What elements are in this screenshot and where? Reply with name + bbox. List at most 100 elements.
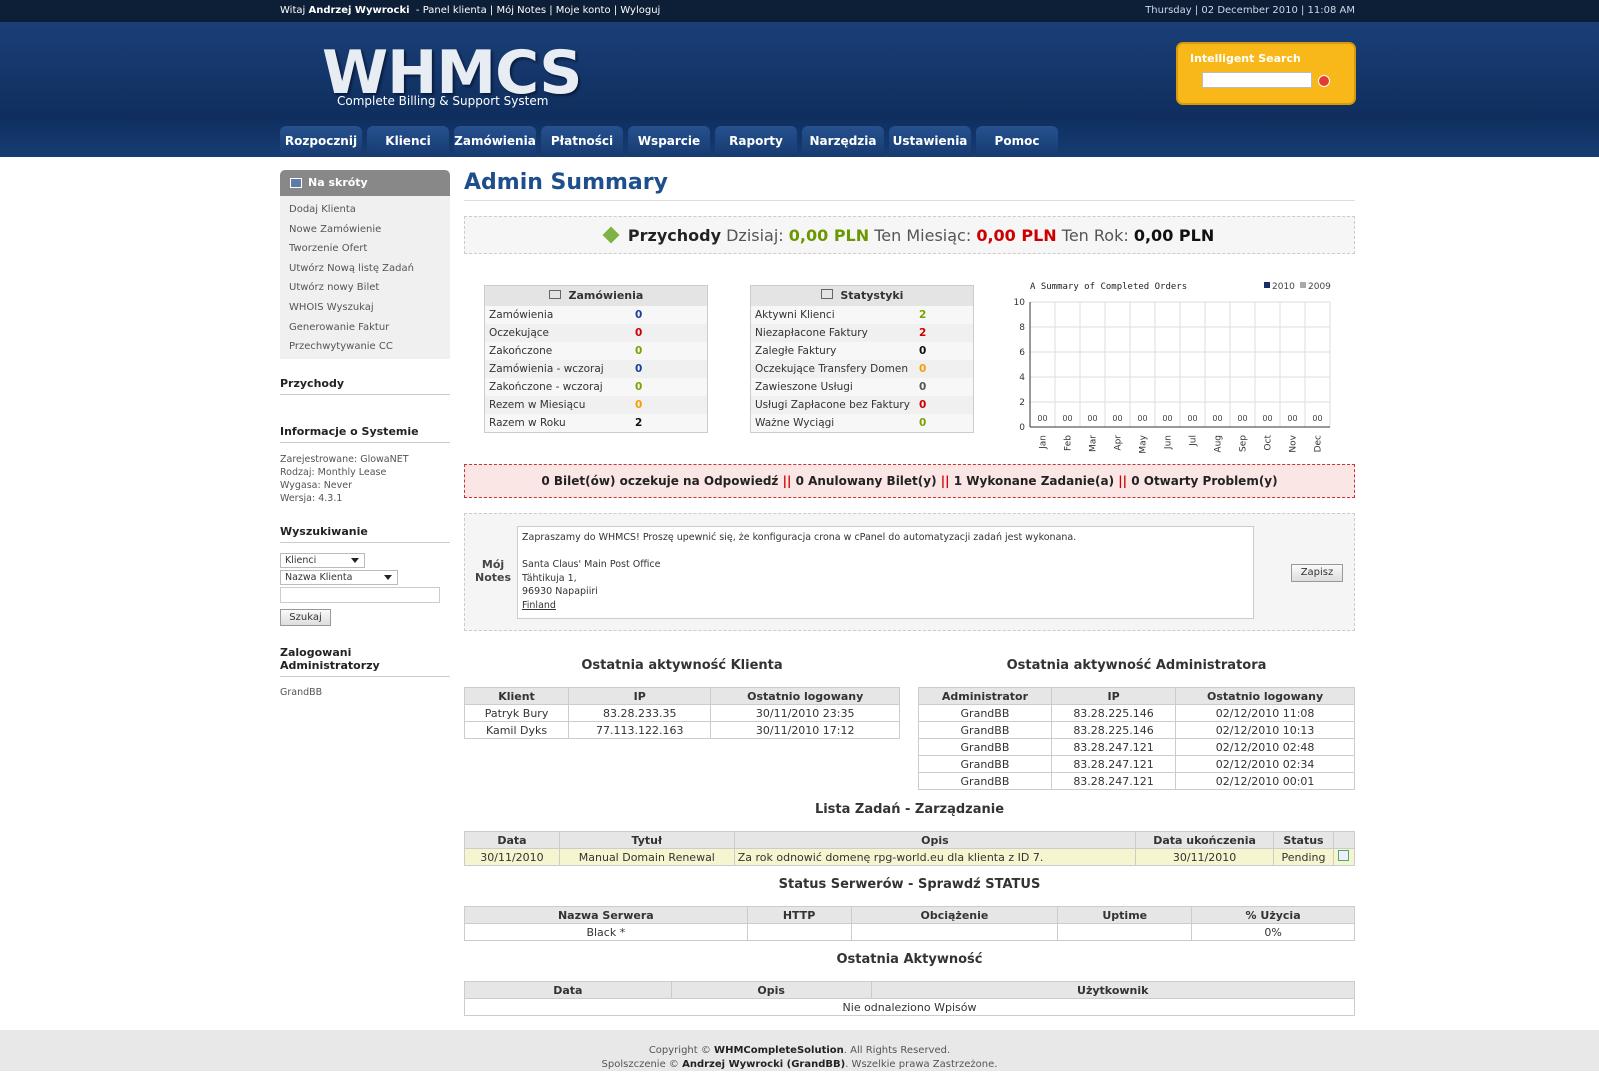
shortcut-new-order[interactable]: Nowe Zamówienie bbox=[280, 220, 450, 240]
link-my-account[interactable]: Moje konto bbox=[556, 5, 611, 16]
link-client-panel[interactable]: Panel klienta bbox=[423, 5, 487, 16]
edit-icon[interactable] bbox=[1338, 850, 1350, 861]
link-logout[interactable]: Wyloguj bbox=[620, 5, 660, 16]
datetime: Thursday | 02 December 2010 | 11:08 AM bbox=[1145, 5, 1355, 16]
stats-row[interactable]: Niezapłacone Faktury 2 bbox=[751, 324, 973, 342]
col-last-login: Ostatnio logowany bbox=[1175, 687, 1355, 705]
admin_activity-row: GrandBB 83.28.247.121 02/12/2010 00:01 bbox=[918, 772, 1355, 790]
orders-row[interactable]: Zakończone - wczoraj 0 bbox=[485, 378, 707, 396]
orders-row[interactable]: Rezem w Miesiącu 0 bbox=[485, 396, 707, 414]
col-load: Obciążenie bbox=[850, 906, 1059, 924]
nav-tab-payments[interactable]: Płatności bbox=[541, 126, 623, 157]
todo-manage-link[interactable]: Zarządzanie bbox=[915, 802, 1004, 817]
stats-row[interactable]: Zaległe Faktury 0 bbox=[751, 342, 973, 360]
todo-row[interactable]: 30/11/2010 Manual Domain Renewal Za rok … bbox=[464, 848, 1356, 866]
tickets-cancelled[interactable]: 0 Anulowany Bilet(y) bbox=[796, 474, 937, 488]
orders-row[interactable]: Zamówienia - wczoraj 0 bbox=[485, 360, 707, 378]
shortcut-cc-capture[interactable]: Przechwytywanie CC bbox=[280, 337, 450, 357]
x-tick-label: Jan bbox=[1039, 435, 1049, 450]
orders-row[interactable]: Razem w Roku 2 bbox=[485, 414, 707, 432]
admin_activity-cell: GrandBB bbox=[918, 772, 1052, 790]
footer-translation: Spolszczenie © Andrzej Wywrocki (GrandBB… bbox=[0, 1058, 1599, 1072]
orders-row[interactable]: Zakończone 0 bbox=[485, 342, 707, 360]
todo-edit-cell[interactable] bbox=[1332, 848, 1356, 866]
stats-label: Usługi Zapłacone bez Faktury bbox=[755, 399, 910, 411]
shortcut-add-client[interactable]: Dodaj Klienta bbox=[280, 200, 450, 220]
search-go-icon[interactable] bbox=[1318, 75, 1330, 87]
stats-row[interactable]: Usługi Zapłacone bez Faktury 0 bbox=[751, 396, 973, 414]
nav-tab-orders[interactable]: Zamówienia bbox=[454, 126, 536, 157]
link-my-notes[interactable]: Mój Notes bbox=[496, 5, 546, 16]
recent-activity-table: Data Opis Użytkownik Nie odnaleziono Wpi… bbox=[464, 981, 1356, 1016]
stats-rows: Aktywni Klienci 2 Niezapłacone Faktury 2 Zal… bbox=[751, 306, 973, 432]
admin_activity-cell: GrandBB bbox=[918, 704, 1052, 722]
client_activity-cell: 77.113.122.163 bbox=[568, 721, 712, 739]
search-type-select[interactable]: Klienci bbox=[280, 552, 365, 568]
admin_activity-cell: GrandBB bbox=[918, 755, 1052, 773]
col-usage: % Użycia bbox=[1191, 906, 1355, 924]
shortcut-whois[interactable]: WHOIS Wyszukaj bbox=[280, 298, 450, 318]
stats-row[interactable]: Aktywni Klienci 2 bbox=[751, 306, 973, 324]
nav-tab-tools[interactable]: Narzędzia bbox=[802, 126, 884, 157]
admin_activity-cell: 83.28.247.121 bbox=[1050, 755, 1177, 773]
sidebar-search-title: Wyszukiwanie bbox=[280, 525, 450, 543]
footer-link-whmcs[interactable]: WHMCompleteSolution bbox=[714, 1045, 844, 1056]
x-tick-label: Jul bbox=[1189, 435, 1199, 447]
admin_activity-cell: GrandBB bbox=[918, 721, 1052, 739]
shortcut-new-ticket[interactable]: Utwórz nowy Bilet bbox=[280, 278, 450, 298]
orders-chart: A Summary of Completed Orders 2010 2009 0 2 4… bbox=[1014, 282, 1331, 454]
col-admin: Administrator bbox=[918, 687, 1052, 705]
nav-tab-reports[interactable]: Raporty bbox=[715, 126, 797, 157]
x-tick-label: Apr bbox=[1114, 435, 1124, 451]
note-line: Tähtikuja 1, bbox=[522, 572, 577, 584]
y-tick-label: 0 bbox=[1019, 423, 1025, 433]
data-label: 00 bbox=[1312, 414, 1322, 423]
admin_activity-cell: 02/12/2010 02:48 bbox=[1175, 738, 1355, 756]
shortcut-new-todo[interactable]: Utwórz Nową listę Zadań bbox=[280, 259, 450, 279]
nav-tab-clients[interactable]: Klienci bbox=[367, 126, 449, 157]
x-tick-label: Jun bbox=[1164, 435, 1174, 450]
legend-label: 2009 bbox=[1308, 282, 1331, 292]
sidebar-search-input[interactable] bbox=[280, 586, 440, 603]
shortcut-create-quote[interactable]: Tworzenie Ofert bbox=[280, 239, 450, 259]
server-uptime bbox=[1057, 923, 1193, 941]
stats-label: Ważne Wyciągi bbox=[755, 417, 835, 429]
notes-textarea[interactable]: Zapraszamy do WHMCS! Proszę upewnić się,… bbox=[517, 526, 1254, 619]
search-field-select[interactable]: Nazwa Klienta bbox=[280, 569, 398, 585]
sidebar-search-button[interactable]: Szukaj bbox=[280, 608, 331, 626]
footer-translator[interactable]: Andrzej Wywrocki (GrandBB) bbox=[682, 1059, 845, 1070]
sidebar-admins-title: Zalogowani Administratorzy bbox=[280, 646, 450, 677]
admin-activity-table: Administrator IP Ostatnio logowany Grand… bbox=[918, 687, 1355, 790]
footer: Copyright © WHMCompleteSolution. All Rig… bbox=[0, 1030, 1599, 1071]
open-issues[interactable]: 0 Otwarty Problem(y) bbox=[1131, 474, 1277, 488]
nav-tab-support[interactable]: Wsparcie bbox=[628, 126, 710, 157]
nav-tab-settings[interactable]: Ustawienia bbox=[889, 126, 971, 157]
tasks-done[interactable]: 1 Wykonane Zadanie(a) bbox=[954, 474, 1114, 488]
save-notes-button[interactable]: Zapisz bbox=[1291, 564, 1343, 582]
tickets-awaiting[interactable]: 0 Bilet(ów) oczekuje na Odpowiedź bbox=[541, 474, 778, 488]
nav-tab-help[interactable]: Pomoc bbox=[976, 126, 1058, 157]
stats-row[interactable]: Ważne Wyciągi 0 bbox=[751, 414, 973, 432]
col-http: HTTP bbox=[746, 906, 852, 924]
stats-row[interactable]: Oczekujące Transfery Domen 0 bbox=[751, 360, 973, 378]
nav-tab-start[interactable]: Rozpocznij bbox=[280, 126, 362, 157]
shortcut-generate-invoices[interactable]: Generowanie Faktur bbox=[280, 318, 450, 338]
data-label: 00 bbox=[1112, 414, 1122, 423]
intelligent-search-input[interactable] bbox=[1202, 72, 1312, 88]
orders-value: 0 bbox=[635, 345, 643, 357]
stats-title: Statystyki bbox=[840, 289, 904, 302]
col-status: Status bbox=[1273, 831, 1334, 849]
client_activity-row: Kamil Dyks 77.113.122.163 30/11/2010 17:12 bbox=[463, 721, 900, 739]
income-month: 0,00 PLN bbox=[976, 226, 1057, 245]
orders-row[interactable]: Zamówienia 0 bbox=[485, 306, 707, 324]
orders-row[interactable]: Oczekujące 0 bbox=[485, 324, 707, 342]
col-edit bbox=[1332, 831, 1356, 849]
servers-status-link[interactable]: Sprawdź STATUS bbox=[918, 877, 1040, 892]
income-year: 0,00 PLN bbox=[1133, 226, 1215, 245]
stats-row[interactable]: Zawieszone Usługi 0 bbox=[751, 378, 973, 396]
data-label: 00 bbox=[1187, 414, 1197, 423]
user-name[interactable]: Andrzej Wywrocki bbox=[308, 5, 409, 16]
sidebar-search-form: Klienci Nazwa Klienta Szukaj bbox=[280, 552, 450, 638]
stats-value: 0 bbox=[919, 363, 927, 375]
col-title: Tytuł bbox=[558, 831, 735, 849]
